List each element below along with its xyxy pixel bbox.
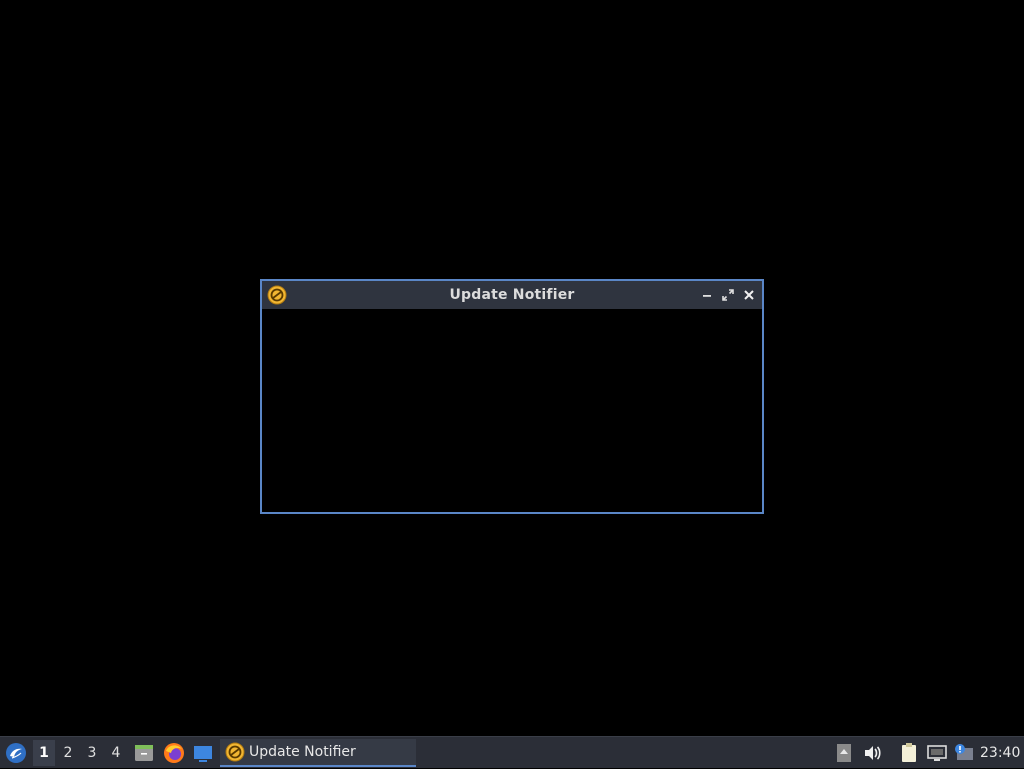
minimize-button[interactable] — [698, 286, 716, 304]
update-notifier-window[interactable]: Update Notifier — [260, 279, 764, 514]
lubuntu-menu-icon — [6, 743, 26, 763]
firefox-icon — [164, 743, 184, 763]
show-desktop-launcher[interactable] — [191, 741, 215, 765]
volume-icon — [865, 746, 881, 760]
clock[interactable]: 23:40 — [980, 737, 1024, 769]
maximize-icon — [722, 289, 734, 301]
firefox-launcher[interactable] — [162, 741, 186, 765]
file-manager-icon — [135, 745, 153, 761]
start-menu-button[interactable] — [3, 740, 29, 766]
close-icon — [744, 290, 754, 300]
clipboard-icon — [902, 743, 916, 762]
workspace-4[interactable]: 4 — [105, 740, 127, 766]
volume-button[interactable] — [860, 741, 884, 765]
update-alert-button[interactable] — [952, 741, 976, 765]
show-desktop-icon — [194, 746, 212, 762]
update-alert-icon — [955, 744, 973, 760]
close-button[interactable] — [740, 286, 758, 304]
minimize-icon — [703, 295, 711, 297]
workspace-1[interactable]: 1 — [33, 740, 55, 766]
file-manager-launcher[interactable] — [132, 741, 156, 765]
clipboard-button[interactable] — [897, 741, 921, 765]
task-label: Update Notifier — [249, 744, 356, 760]
window-titlebar[interactable]: Update Notifier — [262, 281, 762, 309]
window-content — [262, 309, 762, 512]
network-button[interactable] — [925, 741, 949, 765]
tray-expand-button[interactable] — [832, 741, 856, 765]
workspace-2[interactable]: 2 — [57, 740, 79, 766]
desktop: Update Notifier — [0, 0, 1024, 736]
tray-expand-icon — [837, 744, 851, 762]
maximize-button[interactable] — [719, 286, 737, 304]
update-notifier-icon — [225, 742, 245, 762]
taskbar: 1 2 3 4 Update Notifier 23:40 — [0, 736, 1024, 768]
window-title: Update Notifier — [449, 287, 575, 303]
taskbar-task-update-notifier[interactable]: Update Notifier — [220, 739, 416, 767]
workspace-3[interactable]: 3 — [81, 740, 103, 766]
network-icon — [927, 745, 947, 761]
